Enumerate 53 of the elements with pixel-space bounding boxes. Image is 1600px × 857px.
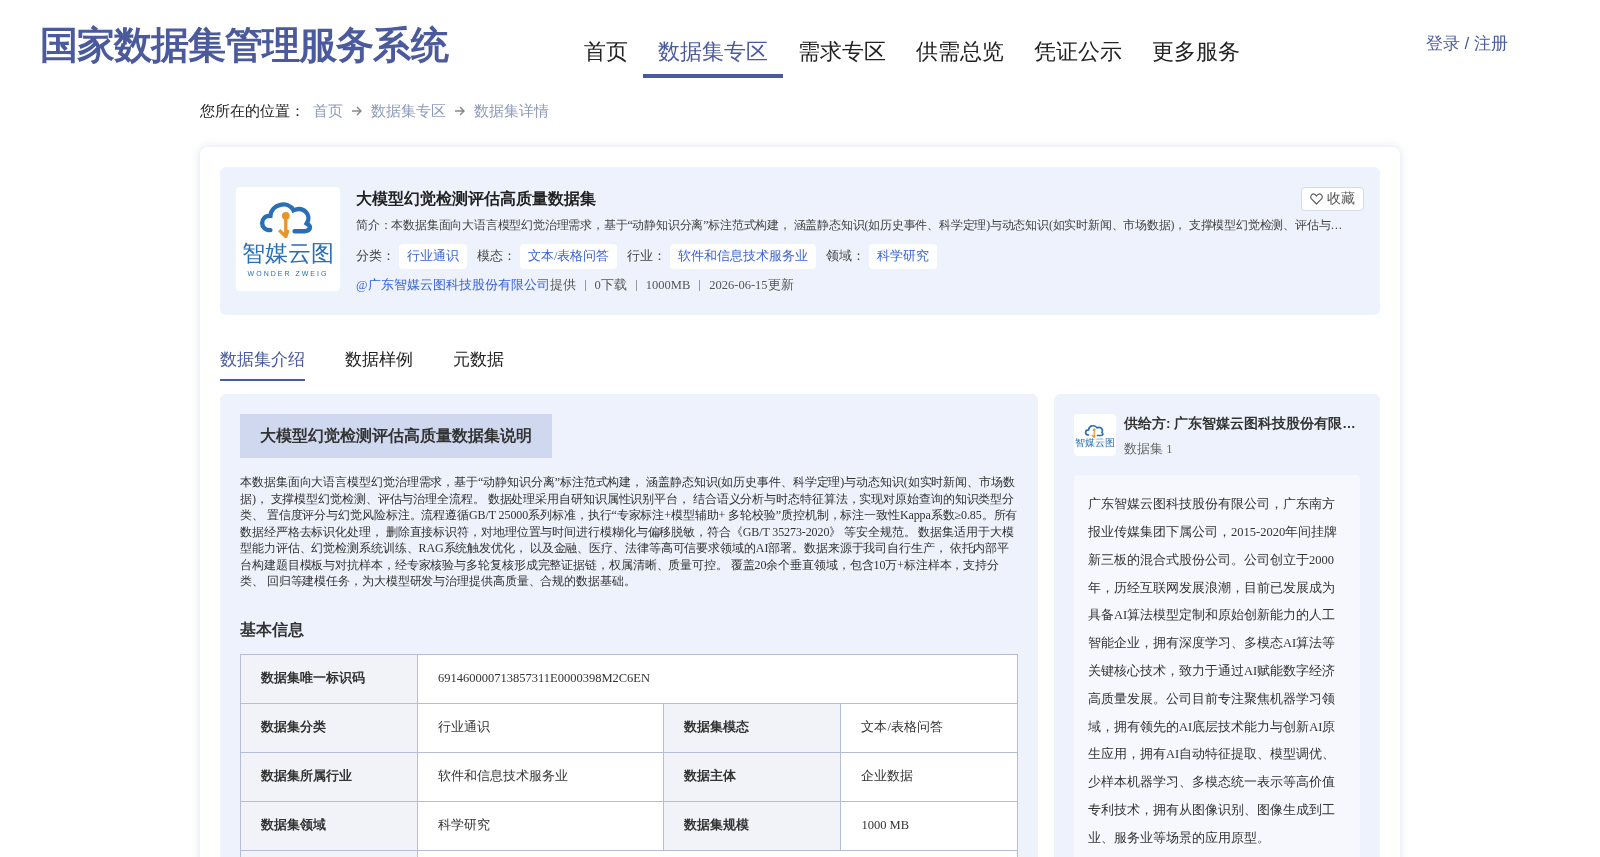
- intro-heading: 大模型幻觉检测评估高质量数据集说明: [240, 414, 552, 459]
- table-header-cell: 数据集领域: [240, 801, 418, 851]
- table-cell: 软件和信息技术服务业: [417, 752, 664, 802]
- tag: 科学研究: [869, 244, 938, 269]
- dataset-summary: 简介：本数据集面向大语言模型幻觉治理需求，基于“动静知识分离”标注范式构建， 涵盖静态知识(如历史事件、科学定理)与动态知识(如实时新闻、市场数据)， 支撑模型幻觉检测、评估与…: [356, 216, 1344, 234]
- meta-text: 2026-06-15更新: [709, 276, 794, 294]
- nav-link[interactable]: 凭证公示: [1019, 28, 1137, 78]
- table-header-cell: 数据集分类: [240, 703, 418, 753]
- table-cell: 1000 MB: [840, 801, 1018, 851]
- tag: 文本/表格问答: [520, 244, 618, 269]
- nav-link[interactable]: 首页: [569, 28, 643, 78]
- table-header-cell: 数据集所属行业: [240, 752, 418, 802]
- table-cell: 企业数据: [840, 752, 1018, 802]
- heart-icon: [1310, 192, 1323, 205]
- arrow-icon: [454, 106, 466, 117]
- tag-label: 模态：: [477, 248, 516, 266]
- table-cell: 691460000713857311E0000398M2C6EN: [417, 654, 1018, 704]
- cloud-logo-icon: [1083, 422, 1107, 438]
- table-header-cell: 数据主体: [663, 752, 841, 802]
- supplier-name: 供给方: 广东智媒云图科技股份有限…: [1124, 415, 1356, 434]
- intro-text: 本数据集面向大语言模型幻觉治理需求，基于“动静知识分离”标注范式构建， 涵盖静态知识(如历史事件、科学定理)与动态知识(如实时新闻、市场数据)， 支撑模型幻觉检测、评估与治理全流程。 数据处理采用自研知识属性识别平台， 结合语义分析与时态特征算法，实现对原始查询的知识类型分类、 置信度评分与幻觉风险标注。流程遵循GB/T 25000系列标准，执行“专家标注+模型辅助+ 多轮校验”质控机制，标注一致性Kappa系数≥0.85。所有数据经严格去标识化处理， 删除直接标识符，对地理位置与时间进行模糊化与偏移脱敏，符合《GB/T 35273-2020》 等安全规范。 数据集适用于大模型能力评估、幻觉检测系统训练、RAG系统触发优化， 以及金融、医疗、法律等高可信要求领域的AI部署。数据来源于我司自行生产， 依托内部平台构建题目模板与对抗样本，经专家核验与多轮复核形成完整证据链，权属清晰、质量可控。 覆盖20余个垂直领域，包含10万+标注样本，支持分类、 回归等建模任务，为大模型研发与治理提供高质量、合规的数据基础。: [240, 474, 1018, 590]
- supplier-description: 广东智媒云图科技股份有限公司，广东南方报业传媒集团下属公司，2015-2020年间挂牌新三板的混合式股份公司。公司创立于2000年，历经互联网发展浪潮，目前已发展成为具备AI算法模型定制和原始创新能力的人工智能企业，拥有深度学习、多模态AI算法等关键核心技术，致力于通过AI赋能数字经济高质量发展。公司目前专注聚焦机器学习领域，拥有领先的AI底层技术能力与创新AI原生应用，拥有AI自动特征提取、模型调优、少样本机器学习、多模态统一表示等高价值专利技术，拥有从图像识别、图像生成到工业、服务业等场景的应用原型。: [1088, 496, 1339, 847]
- tab[interactable]: 元数据: [453, 346, 504, 382]
- provider-suffix: 提供: [549, 276, 576, 294]
- table-header-cell: 数据集规模: [663, 801, 841, 851]
- dataset-count: 数据集 1: [1124, 441, 1174, 459]
- arrow-icon: [351, 106, 363, 117]
- nav-link[interactable]: 数据集专区: [643, 28, 783, 78]
- tab[interactable]: 数据集介绍: [220, 346, 305, 382]
- dataset-title: 大模型幻觉检测评估高质量数据集: [356, 188, 596, 209]
- table-cell: 行业通识: [417, 703, 664, 753]
- section-heading: 基本信息: [240, 619, 305, 640]
- meta-text: 1000MB: [645, 276, 691, 294]
- nav-link[interactable]: 供需总览: [901, 28, 1019, 78]
- tag: 软件和信息技术服务业: [670, 244, 817, 269]
- login-link[interactable]: 登录 / 注册: [1425, 31, 1508, 57]
- tag-label: 行业：: [627, 248, 667, 266]
- site-title: 国家数据集管理服务系统: [40, 22, 450, 68]
- tag-label: 领域：: [826, 248, 866, 266]
- provider-link[interactable]: @广东智媒云图科技股份有限公司: [356, 275, 550, 295]
- table-cell: 科学研究: [417, 801, 664, 851]
- favorite-button[interactable]: 收藏: [1301, 186, 1364, 211]
- table-header-cell: 数据集模态: [663, 703, 841, 753]
- table-cell: 文本/表格问答: [840, 703, 1018, 753]
- nav-link[interactable]: 更多服务: [1137, 28, 1255, 78]
- meta-text: 0下载: [594, 276, 627, 294]
- tag-label: 分类：: [356, 248, 395, 266]
- nav-link[interactable]: 需求专区: [783, 28, 901, 78]
- table-header-cell: 数据集唯一标识码: [240, 654, 418, 704]
- tab[interactable]: 数据样例: [345, 346, 413, 382]
- breadcrumb-label: 您所在的位置：: [200, 101, 305, 121]
- tag: 行业通识: [399, 244, 467, 269]
- supplier-logo: 智媒云图: [1074, 414, 1116, 457]
